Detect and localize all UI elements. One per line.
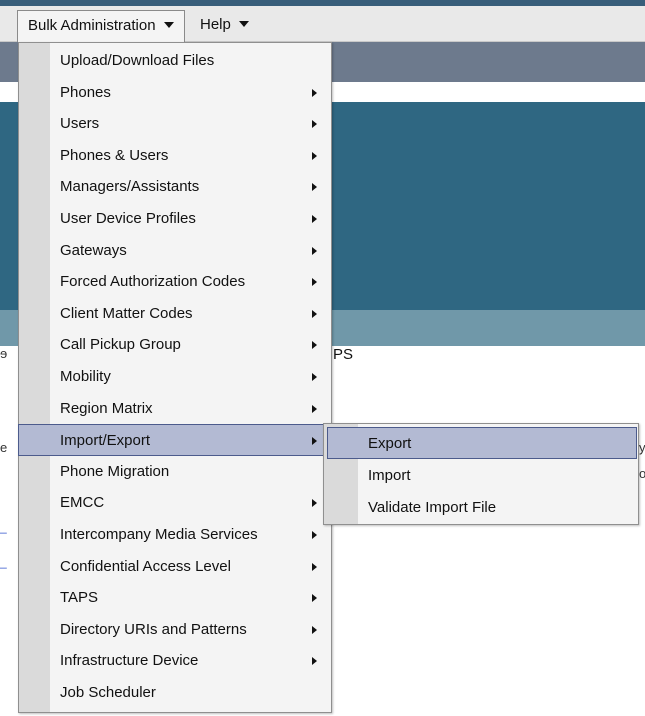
menu-bulk-administration-label: Bulk Administration (28, 17, 156, 34)
menu-item-job-scheduler[interactable]: Job Scheduler (19, 677, 331, 709)
menu-item-forced-authorization-codes[interactable]: Forced Authorization Codes (19, 266, 331, 298)
menu-item-label: Call Pickup Group (60, 336, 181, 354)
menu-item-confidential-access-level[interactable]: Confidential Access Level (19, 551, 331, 583)
menu-item-label: Confidential Access Level (60, 557, 231, 575)
menu-item-gateways[interactable]: Gateways (19, 235, 331, 267)
menu-item-label: Users (60, 115, 100, 133)
chevron-right-icon (312, 562, 317, 571)
menu-item-call-pickup-group[interactable]: Call Pickup Group (19, 329, 331, 361)
chevron-right-icon (312, 309, 317, 318)
background-text-fragment-right: y (639, 440, 645, 455)
menu-item-phone-migration[interactable]: Phone Migration (19, 456, 331, 488)
submenu-item-label: Validate Import File (368, 499, 497, 516)
menu-help-label: Help (200, 16, 231, 33)
chevron-right-icon (312, 341, 317, 350)
menu-item-label: Forced Authorization Codes (60, 273, 246, 291)
submenu-item-validate-import-file[interactable]: Validate Import File (324, 492, 638, 524)
menu-item-region-matrix[interactable]: Region Matrix (19, 393, 331, 425)
menu-item-label: Job Scheduler (60, 684, 156, 701)
menu-item-label: Phones (60, 83, 111, 101)
chevron-down-icon (163, 22, 174, 29)
menu-item-label: Client Matter Codes (60, 304, 193, 322)
menu-item-label: Import/Export (60, 432, 151, 450)
menu-item-label: Infrastructure Device (60, 652, 199, 670)
menu-item-label: Phones & Users (60, 146, 169, 164)
menu-item-label: Upload/Download Files (60, 52, 215, 69)
menu-item-emcc[interactable]: EMCC (19, 487, 331, 519)
chevron-right-icon (312, 278, 317, 287)
chevron-down-icon (238, 21, 249, 28)
menu-item-label: Managers/Assistants (60, 178, 200, 196)
submenu-item-import[interactable]: Import (324, 460, 638, 492)
chevron-right-icon (312, 499, 317, 508)
menu-bulk-administration[interactable]: Bulk Administration (17, 10, 185, 42)
menu-item-label: Intercompany Media Services (60, 526, 258, 543)
menu-item-label: Phone Migration (60, 462, 170, 480)
chevron-right-icon (312, 151, 317, 160)
background-text-fragment-left: e (0, 440, 8, 455)
menu-item-user-device-profiles[interactable]: User Device Profiles (19, 203, 331, 235)
background-text-fragment: PS (333, 346, 354, 363)
menu-item-client-matter-codes[interactable]: Client Matter Codes (19, 298, 331, 330)
chevron-right-icon (312, 625, 317, 634)
menu-item-label: EMCC (60, 494, 105, 512)
menu-item-directory-uris-and-patterns[interactable]: Directory URIs and Patterns (19, 614, 331, 646)
menu-item-intercompany-media-services[interactable]: Intercompany Media Services (19, 519, 331, 551)
menu-item-managers-assistants[interactable]: Managers/Assistants (19, 171, 331, 203)
chevron-right-icon (312, 657, 317, 666)
chevron-right-icon (312, 531, 317, 539)
menu-item-mobility[interactable]: Mobility (19, 361, 331, 393)
background-link-fragment[interactable]: _ (0, 520, 7, 534)
background-text-fragment-right: o (639, 466, 645, 481)
chevron-right-icon (312, 246, 317, 255)
chevron-right-icon (312, 373, 317, 381)
menu-item-infrastructure-device[interactable]: Infrastructure Device (19, 645, 331, 677)
submenu-item-export[interactable]: Export (327, 427, 637, 459)
chevron-right-icon (312, 404, 317, 413)
menu-item-taps[interactable]: TAPS (19, 582, 331, 614)
chevron-right-icon (312, 215, 317, 223)
menu-help[interactable]: Help (190, 10, 259, 42)
bulk-administration-dropdown: Upload/Download Files Phones Users Phones &… (18, 42, 332, 713)
background-link-fragment[interactable]: _ (0, 555, 7, 569)
background-text-fragment-left: ɘ (0, 346, 8, 361)
menu-item-users[interactable]: Users (19, 108, 331, 140)
import-export-submenu: Export Import Validate Import File (323, 423, 639, 525)
menu-item-phones[interactable]: Phones (19, 77, 331, 109)
chevron-right-icon (312, 88, 317, 97)
menu-item-upload-download-files[interactable]: Upload/Download Files (19, 45, 331, 77)
chevron-right-icon (312, 437, 317, 446)
menu-item-label: Directory URIs and Patterns (60, 620, 247, 638)
menu-item-label: Region Matrix (60, 399, 153, 417)
chevron-right-icon (312, 120, 317, 129)
menu-item-label: User Device Profiles (60, 210, 196, 227)
menu-item-import-export[interactable]: Import/Export (18, 424, 332, 456)
menu-item-label: Mobility (60, 368, 111, 385)
menu-item-label: Gateways (60, 241, 127, 259)
menu-item-label: TAPS (60, 589, 99, 607)
submenu-item-label: Import (368, 466, 411, 484)
submenu-item-label: Export (368, 435, 412, 452)
menu-bar: Bulk Administration Help (0, 6, 645, 42)
menu-item-phones-and-users[interactable]: Phones & Users (19, 140, 331, 172)
chevron-right-icon (312, 183, 317, 192)
chevron-right-icon (312, 594, 317, 603)
